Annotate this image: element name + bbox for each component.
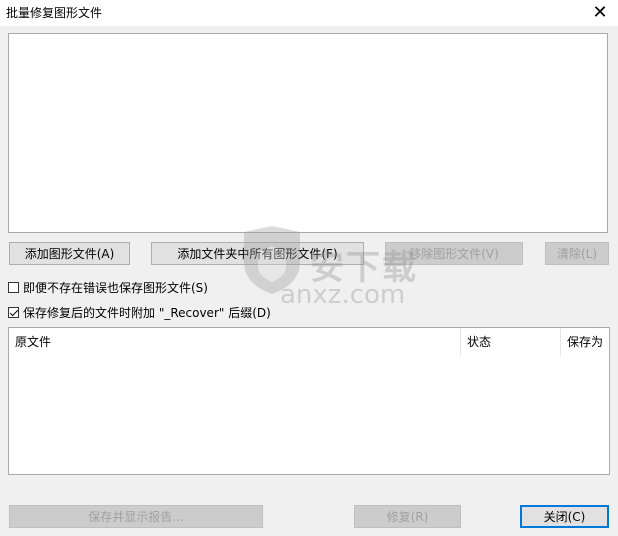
column-header-original-file[interactable]: 原文件 [9, 328, 460, 356]
close-button[interactable]: 关闭(C) [520, 505, 609, 528]
window-title: 批量修复图形文件 [6, 6, 103, 20]
append-recover-suffix-checkbox[interactable] [8, 306, 19, 318]
add-folder-button[interactable]: 添加文件夹中所有图形文件(F) [151, 242, 364, 265]
close-icon[interactable]: ✕ [588, 1, 612, 25]
title-bar: 批量修复图形文件 ✕ [0, 0, 618, 26]
clear-button[interactable]: 清除(L) [545, 242, 609, 265]
column-header-save-as[interactable]: 保存为 [560, 328, 609, 356]
column-header-status[interactable]: 状态 [460, 328, 560, 356]
append-recover-suffix-option[interactable]: 保存修复后的文件时附加 "_Recover" 后缀(D) [8, 303, 271, 321]
save-even-if-errors-option[interactable]: 即便不存在错误也保存图形文件(S) [8, 278, 208, 296]
add-drawing-button[interactable]: 添加图形文件(A) [9, 242, 130, 265]
watermark-logo: 安下载 anxz.com [232, 222, 432, 312]
watermark-shield-icon [244, 226, 300, 294]
drawing-files-list[interactable] [8, 33, 608, 233]
watermark-url-text: anxz.com [280, 280, 406, 310]
append-recover-suffix-label: 保存修复后的文件时附加 "_Recover" 后缀(D) [23, 305, 271, 320]
save-even-if-errors-label: 即便不存在错误也保存图形文件(S) [23, 280, 208, 295]
remove-drawing-button[interactable]: 移除图形文件(V) [385, 242, 523, 265]
save-even-if-errors-checkbox[interactable] [8, 281, 19, 293]
save-report-button[interactable]: 保存并显示报告... [9, 505, 263, 528]
results-table[interactable]: 原文件 状态 保存为 [8, 327, 610, 475]
table-header: 原文件 状态 保存为 [9, 328, 609, 357]
recover-button[interactable]: 修复(R) [354, 505, 461, 528]
